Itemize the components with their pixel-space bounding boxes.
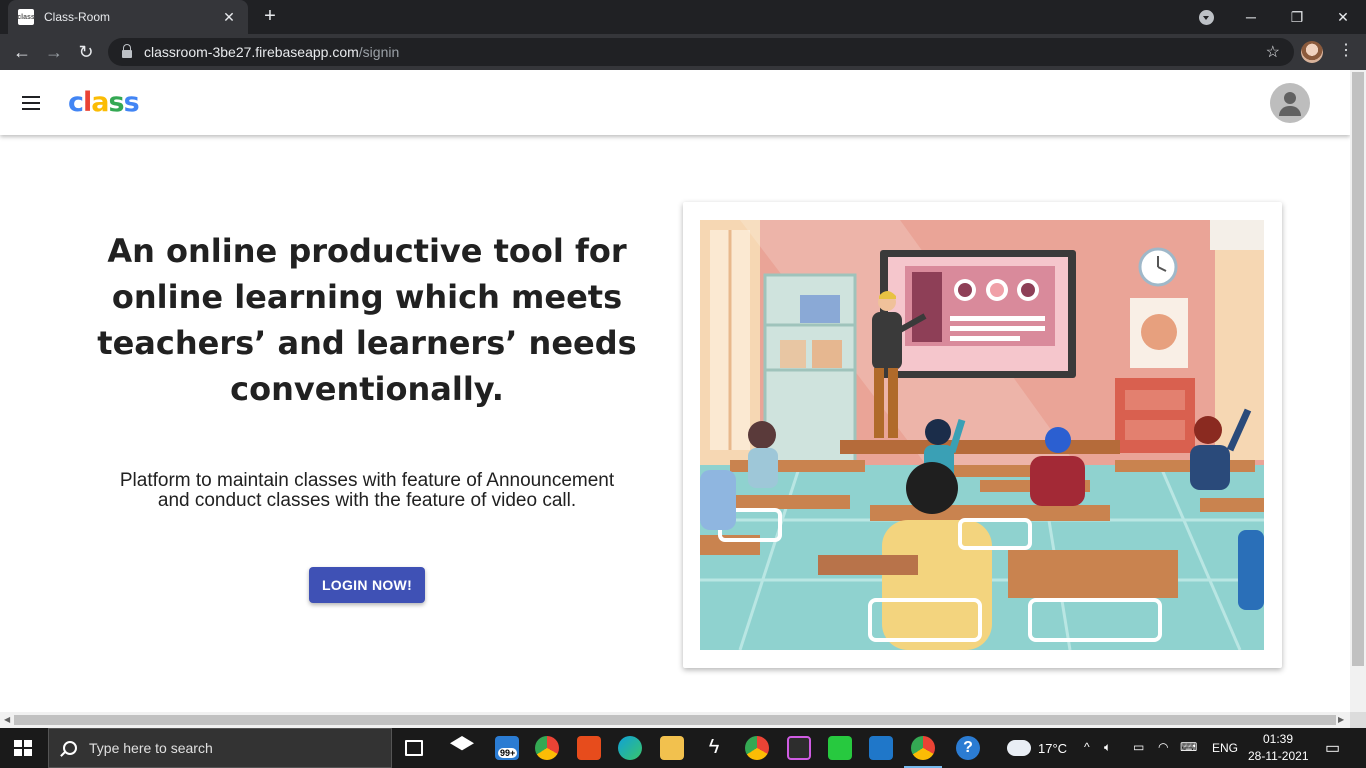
camtasia-icon[interactable]	[828, 736, 852, 760]
tray-chevron-up-icon[interactable]: ^	[1084, 740, 1090, 754]
tab-favicon-icon: class	[17, 9, 35, 25]
classroom-illustration	[700, 220, 1264, 650]
forward-arrow-icon[interactable]: →	[42, 40, 66, 64]
page-content: class An online productive tool for onli…	[0, 70, 1350, 712]
chrome-icon[interactable]	[535, 736, 559, 760]
tab-search-icon[interactable]	[1199, 10, 1214, 25]
minimize-button[interactable]: ─	[1228, 0, 1274, 34]
login-now-button[interactable]: LOGIN NOW!	[309, 567, 425, 603]
address-bar[interactable]: classroom-3be27.firebaseapp.com/signin ☆	[108, 38, 1294, 66]
tab-title: Class-Room	[44, 10, 111, 24]
taskbar-search-placeholder: Type here to search	[89, 740, 213, 756]
horizontal-scroll-thumb[interactable]	[14, 715, 1336, 725]
hero-title: An online productive tool for online lea…	[97, 232, 637, 408]
vertical-scrollbar[interactable]	[1350, 70, 1366, 712]
reload-icon[interactable]: ↻	[74, 40, 98, 64]
illustration-card	[683, 202, 1282, 668]
app-header: class	[0, 70, 1350, 135]
chrome-active-icon[interactable]	[911, 736, 935, 760]
weather-temp[interactable]: 17°C	[1038, 741, 1067, 756]
mail-icon[interactable]: 99+	[495, 736, 519, 760]
notification-icon[interactable]: ▭	[1325, 738, 1340, 758]
battery-icon[interactable]: ▭	[1133, 740, 1144, 754]
browser-titlebar: class Class-Room ✕ + ─ ❐ ✕	[0, 0, 1366, 34]
wifi-icon[interactable]: ◠	[1158, 740, 1168, 754]
keyboard-icon[interactable]: ⌨	[1180, 740, 1197, 754]
mail-badge: 99+	[498, 748, 518, 758]
horizontal-scrollbar[interactable]: ◀ ▶	[0, 712, 1350, 728]
clock-time[interactable]: 01:39	[1263, 732, 1293, 746]
edge-icon[interactable]	[618, 736, 642, 760]
scroll-left-arrow-icon[interactable]: ◀	[4, 715, 10, 724]
terminal-icon[interactable]	[787, 736, 811, 760]
file-explorer-icon[interactable]	[660, 736, 684, 760]
taskbar-search-box[interactable]: Type here to search	[48, 728, 392, 768]
lightning-app-icon[interactable]: ϟ	[702, 736, 726, 760]
windows-start-icon[interactable]	[14, 740, 32, 756]
hamburger-menu-icon[interactable]	[22, 96, 42, 110]
windows-taskbar: Type here to search 99+ ϟ ? 17°C ^ 🔈︎ ▭ …	[0, 728, 1366, 768]
help-icon[interactable]: ?	[956, 736, 980, 760]
close-window-button[interactable]: ✕	[1320, 0, 1366, 34]
lock-icon	[122, 44, 132, 58]
scrollbar-corner	[1350, 712, 1366, 728]
vertical-scroll-thumb[interactable]	[1352, 72, 1364, 666]
hero-subtitle: Platform to maintain classes with featur…	[119, 470, 615, 511]
search-icon	[63, 741, 77, 755]
browser-toolbar: ← → ↻ classroom-3be27.firebaseapp.com/si…	[0, 34, 1366, 70]
restore-button[interactable]: ❐	[1274, 0, 1320, 34]
office-icon[interactable]	[577, 736, 601, 760]
url-host: classroom-3be27.firebaseapp.com	[144, 44, 359, 60]
volume-icon[interactable]: 🔈︎	[1104, 740, 1111, 755]
scroll-right-arrow-icon[interactable]: ▶	[1338, 715, 1344, 724]
browser-tab[interactable]: class Class-Room ✕	[8, 0, 248, 34]
url-path: /signin	[358, 44, 400, 60]
account-avatar-icon[interactable]	[1270, 83, 1310, 123]
language-indicator[interactable]: ENG	[1212, 741, 1238, 755]
weather-cloud-icon[interactable]	[1007, 740, 1031, 756]
tab-close-icon[interactable]: ✕	[220, 9, 238, 26]
new-tab-button[interactable]: +	[258, 5, 282, 28]
bookmark-star-icon[interactable]: ☆	[1266, 42, 1280, 62]
chrome-profile-icon[interactable]	[745, 736, 769, 760]
dropbox-icon[interactable]	[450, 736, 474, 751]
class-logo[interactable]: class	[68, 87, 140, 118]
media-player-icon[interactable]	[869, 736, 893, 760]
clock-date[interactable]: 28-11-2021	[1248, 749, 1309, 763]
back-arrow-icon[interactable]: ←	[10, 40, 34, 64]
profile-avatar[interactable]	[1301, 41, 1323, 63]
kebab-menu-icon[interactable]: ⋮	[1336, 40, 1356, 60]
task-view-icon[interactable]	[405, 740, 423, 756]
